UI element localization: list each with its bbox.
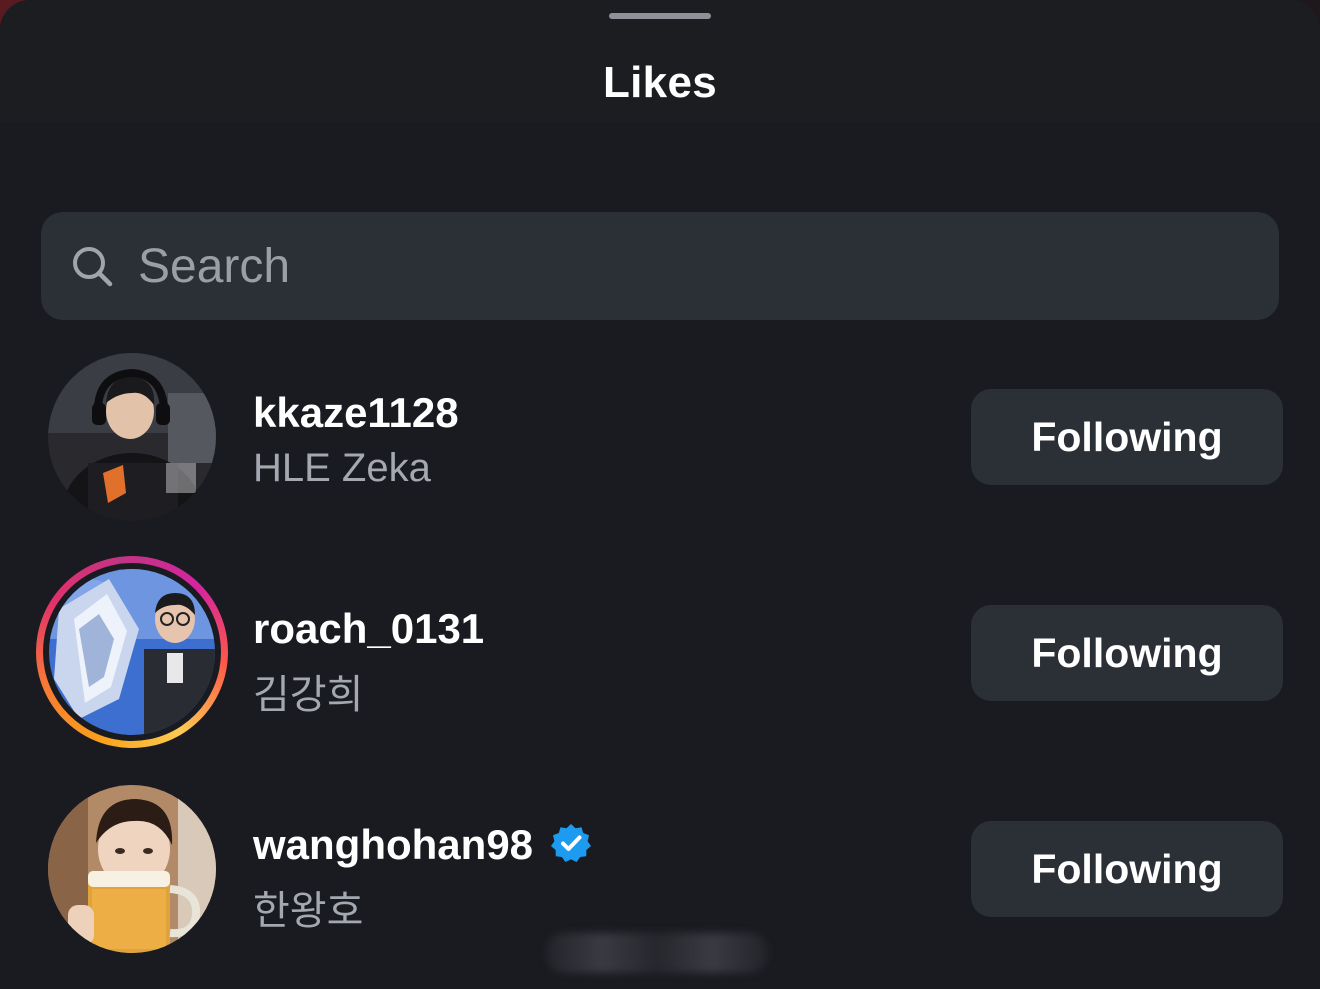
- following-button[interactable]: Following: [971, 821, 1283, 917]
- full-name: HLE Zeka: [253, 446, 431, 490]
- full-name: 한왕호: [253, 889, 364, 933]
- blurred-overlay: [546, 933, 768, 973]
- username[interactable]: wanghohan98: [253, 821, 533, 869]
- search-icon: [73, 247, 113, 287]
- list-item-user-1[interactable]: kkaze1128 HLE Zeka Following: [0, 336, 1320, 536]
- search-input[interactable]: [138, 236, 1238, 296]
- full-name: 김강희: [253, 673, 364, 717]
- avatar-photo-beer-mug-icon[interactable]: [48, 785, 216, 953]
- avatar-photo-trophy-icon: [49, 569, 215, 735]
- sheet-grabber-handle[interactable]: [609, 13, 711, 19]
- list-item-user-2[interactable]: roach_0131 김강희 Following: [0, 552, 1320, 752]
- following-button[interactable]: Following: [971, 605, 1283, 701]
- username[interactable]: kkaze1128: [253, 389, 459, 437]
- story-ring[interactable]: [36, 556, 228, 748]
- avatar-photo-gamer-headset-icon[interactable]: [48, 353, 216, 521]
- likes-sheet: Likes kkaze1128 HLE Zeka: [0, 0, 1320, 989]
- username[interactable]: roach_0131: [253, 605, 484, 653]
- sheet-title: Likes: [602, 58, 717, 107]
- verified-badge-icon: [551, 824, 591, 862]
- following-button[interactable]: Following: [971, 389, 1283, 485]
